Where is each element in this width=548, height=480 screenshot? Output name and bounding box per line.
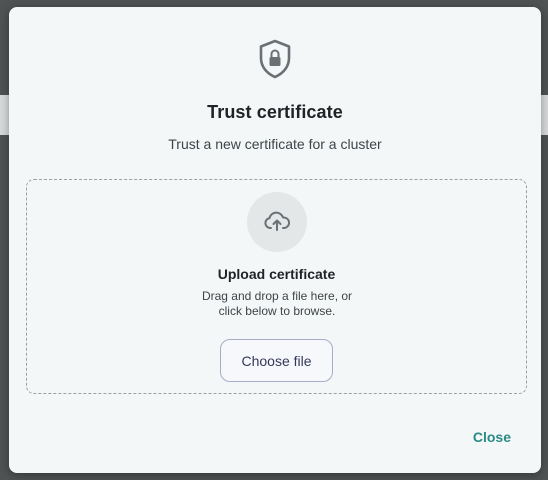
background-fragment (0, 95, 9, 135)
upload-icon-circle (247, 192, 307, 252)
trust-certificate-dialog: Trust certificate Trust a new certificat… (9, 7, 541, 473)
background-fragment (541, 95, 548, 135)
upload-hint-line: click below to browse. (218, 304, 336, 318)
dialog-subtitle: Trust a new certificate for a cluster (168, 136, 382, 152)
close-button[interactable]: Close (473, 427, 511, 447)
dialog-title: Trust certificate (207, 102, 343, 122)
file-dropzone[interactable]: Upload certificate Drag and drop a file … (26, 179, 527, 394)
upload-hint: Drag and drop a file here, or click belo… (177, 289, 377, 319)
choose-file-button[interactable]: Choose file (220, 339, 333, 382)
upload-title: Upload certificate (217, 266, 336, 282)
cloud-upload-icon (264, 211, 290, 231)
shield-lock-icon (257, 38, 293, 80)
upload-hint-line: Drag and drop a file here, or (201, 289, 353, 303)
